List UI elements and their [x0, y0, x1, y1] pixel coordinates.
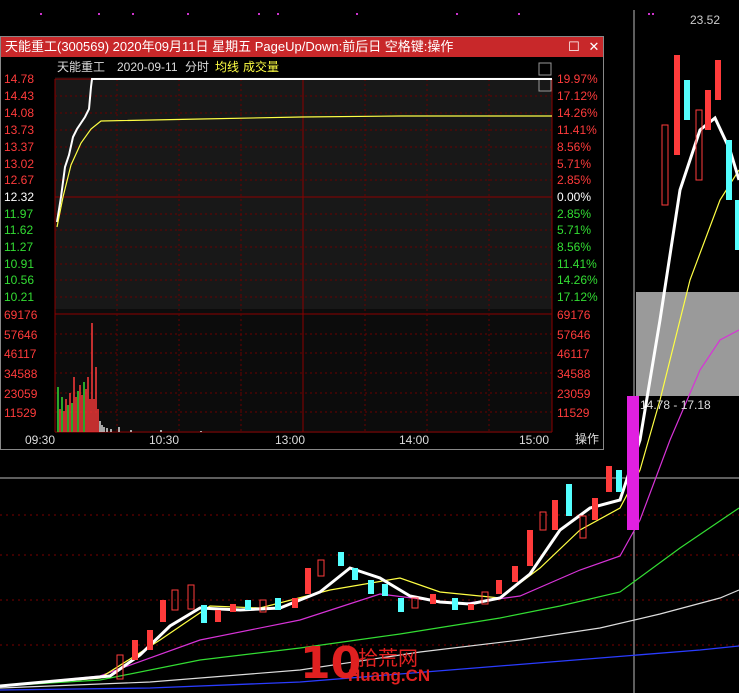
pct-axis-label: 11.41%	[557, 123, 597, 137]
pct-axis-label: 2.85%	[557, 207, 592, 221]
pct-axis-label: 5.71%	[557, 157, 592, 171]
pct-axis-label: 8.56%	[557, 240, 592, 254]
price-axis-label: 14.08	[4, 106, 35, 120]
intraday-chart[interactable]	[1, 37, 603, 449]
time-axis-label: 14:00	[399, 433, 430, 447]
volume-axis-label: 34588	[4, 367, 38, 381]
price-axis-label: 14.43	[4, 89, 35, 103]
price-axis-label: 11.62	[4, 223, 34, 237]
site-watermark: 10 拾荒网 Huang.CN	[300, 640, 440, 690]
pct-axis-label: 17.12%	[557, 89, 598, 103]
volume-axis-label-right: 11529	[557, 406, 590, 420]
price-axis-label: 10.91	[4, 257, 35, 271]
volume-axis-label-right: 46117	[557, 347, 590, 361]
watermark-en: Huang.CN	[348, 666, 431, 685]
pct-axis-label: 0.00%	[557, 190, 592, 204]
volume-axis-label: 46117	[4, 347, 37, 361]
volume-axis-label-right: 34588	[557, 367, 591, 381]
volume-axis-label: 57646	[4, 328, 38, 342]
price-axis-label: 14.78	[4, 72, 35, 86]
price-axis-label: 13.73	[4, 123, 35, 137]
volume-axis-label-right: 23059	[557, 387, 591, 401]
pct-axis-label: 5.71%	[557, 223, 592, 237]
pct-axis-label: 17.12%	[557, 290, 598, 304]
time-axis-label: 10:30	[149, 433, 180, 447]
volume-axis-label: 69176	[4, 308, 38, 322]
volume-axis-label-right: 57646	[557, 328, 591, 342]
pct-axis-label: 2.85%	[557, 173, 592, 187]
range-label: 14.78 - 17.18	[640, 398, 711, 412]
price-axis-label: 10.56	[4, 273, 35, 287]
pct-axis-label: 14.26%	[557, 106, 598, 120]
price-axis-label: 11.27	[4, 240, 34, 254]
volume-axis-label: 11529	[4, 406, 37, 420]
price-axis-label: 12.32	[4, 190, 35, 204]
price-axis-label: 10.21	[4, 290, 35, 304]
volume-axis-label-right: 69176	[557, 308, 591, 322]
pct-axis-label: 14.26%	[557, 273, 598, 287]
pct-axis-label: 8.56%	[557, 140, 592, 154]
price-axis-label: 11.97	[4, 207, 34, 221]
high-price-label: 23.52	[690, 13, 721, 27]
top-markers	[40, 13, 654, 15]
time-axis-label: 09:30	[25, 433, 56, 447]
price-axis-label: 12.67	[4, 173, 35, 187]
time-axis-label: 13:00	[275, 433, 306, 447]
pct-axis-label: 11.41%	[557, 257, 597, 271]
intraday-window[interactable]: 天能重工(300569) 2020年09月11日 星期五 PageUp/Down…	[0, 36, 604, 450]
volume-axis-label: 23059	[4, 387, 38, 401]
operate-button[interactable]: 操作	[575, 430, 599, 447]
price-axis-label: 13.37	[4, 140, 35, 154]
price-axis-label: 13.02	[4, 157, 35, 171]
time-axis-label: 15:00	[519, 433, 550, 447]
pct-axis-label: 19.97%	[557, 72, 598, 86]
